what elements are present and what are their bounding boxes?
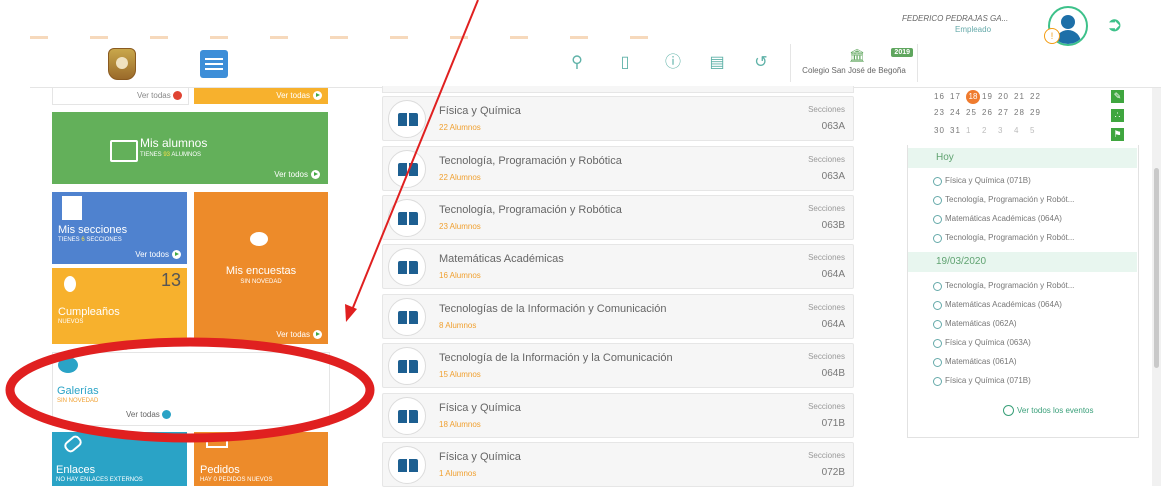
annotation-ellipse: [5, 337, 375, 443]
annotation-overlay: [5, 0, 479, 443]
annotation-arrow-head: [345, 304, 357, 322]
annotation-arrow-line: [351, 0, 479, 311]
